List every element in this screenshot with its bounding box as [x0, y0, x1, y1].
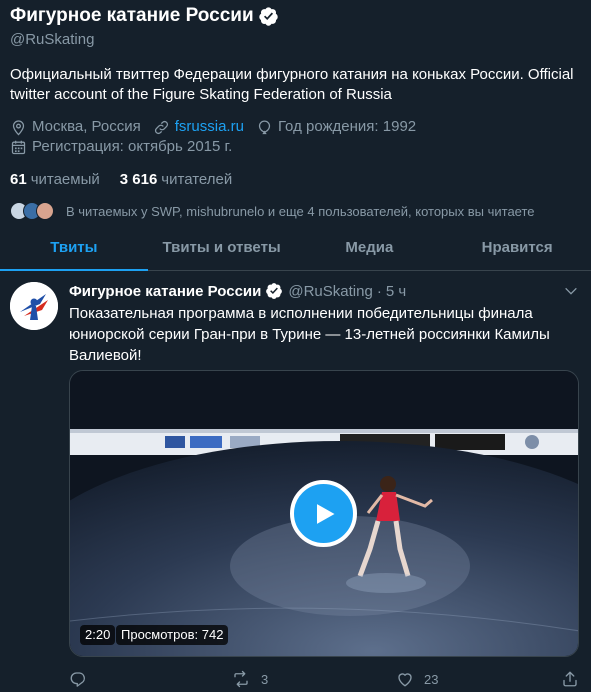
- followers-link[interactable]: 3 616 читателей: [120, 171, 232, 188]
- tweet-header: Фигурное катание России @RuSkating · 5 ч: [69, 281, 581, 301]
- tab-likes[interactable]: Нравится: [443, 224, 591, 270]
- following-label: читаемый: [30, 171, 100, 188]
- video-duration: 2:20: [80, 625, 116, 645]
- followers-count: 3 616: [119, 171, 158, 188]
- like-button[interactable]: 23: [396, 670, 438, 688]
- chevron-down-icon[interactable]: [563, 283, 579, 304]
- profile-tabs: Твиты Твиты и ответы Медиа Нравится: [0, 224, 591, 271]
- tweet[interactable]: Фигурное катание России @RuSkating · 5 ч…: [0, 272, 591, 692]
- follower-avatars: [10, 202, 54, 220]
- following-count: 61: [10, 171, 27, 188]
- profile-display-name: Фигурное катание России: [10, 5, 254, 26]
- reply-button[interactable]: [69, 670, 97, 688]
- profile-counts: 61 читаемый 3 616 читателей: [10, 171, 581, 188]
- tweet-video[interactable]: 2:20 Просмотров: 742: [69, 370, 579, 657]
- video-views: Просмотров: 742: [116, 625, 229, 645]
- profile-handle: @RuSkating: [10, 31, 95, 48]
- play-icon: [316, 503, 334, 524]
- reply-icon: [70, 672, 85, 687]
- verified-badge-icon: [258, 6, 279, 27]
- profile-bio: Официальный твиттер Федерации фигурного …: [10, 66, 574, 103]
- following-link[interactable]: 61 читаемый: [10, 171, 100, 188]
- location-icon: [12, 119, 25, 135]
- tab-tweets-and-replies[interactable]: Твиты и ответы: [148, 224, 296, 270]
- profile-header: Фигурное катание России @RuSkating Офици…: [0, 3, 591, 220]
- tweet-author-name[interactable]: Фигурное катание России: [69, 283, 261, 300]
- profile-meta: Москва, Россия fsrussia.ru Год рождения:…: [10, 117, 581, 157]
- tweet-avatar[interactable]: [10, 282, 58, 330]
- avatar: [36, 202, 54, 220]
- followers-you-know[interactable]: В читаемых у SWP, mishubrunelo и еще 4 п…: [10, 202, 581, 220]
- tab-tweets[interactable]: Твиты: [0, 224, 148, 271]
- profile-name-row: Фигурное катание России: [10, 3, 581, 29]
- followers-you-know-text: В читаемых у SWP, mishubrunelo и еще 4 п…: [66, 203, 535, 219]
- separator-dot: ·: [376, 282, 382, 300]
- birth-text: Год рождения: 1992: [277, 118, 417, 135]
- verified-badge-icon: [265, 282, 283, 300]
- followers-label: читателей: [161, 171, 233, 188]
- tab-media[interactable]: Медиа: [296, 224, 444, 270]
- like-count: 23: [424, 671, 439, 687]
- balloon-icon: [258, 119, 271, 134]
- tweet-timestamp[interactable]: 5 ч: [386, 283, 406, 300]
- joined-text: Регистрация: октябрь 2015 г.: [32, 138, 233, 155]
- profile-location: Москва, Россия: [10, 117, 141, 137]
- tweet-author-handle[interactable]: @RuSkating: [288, 283, 372, 300]
- share-icon: [563, 671, 577, 687]
- tweet-text: Показательная программа в исполнении поб…: [69, 305, 550, 364]
- play-button[interactable]: [290, 480, 357, 547]
- retweet-count: 3: [261, 671, 269, 687]
- profile-website[interactable]: fsrussia.ru: [153, 117, 244, 137]
- calendar-icon: [11, 140, 26, 154]
- location-text: Москва, Россия: [32, 118, 141, 135]
- website-link[interactable]: fsrussia.ru: [175, 117, 244, 137]
- retweet-icon: [234, 670, 248, 688]
- tweet-actions: 3 23: [69, 669, 579, 689]
- profile-joined: Регистрация: октябрь 2015 г.: [10, 137, 232, 157]
- retweet-button[interactable]: 3: [231, 670, 268, 688]
- link-icon: [154, 120, 168, 134]
- like-icon: [398, 673, 412, 687]
- share-button[interactable]: [561, 670, 589, 688]
- profile-birth: Год рождения: 1992: [256, 117, 416, 137]
